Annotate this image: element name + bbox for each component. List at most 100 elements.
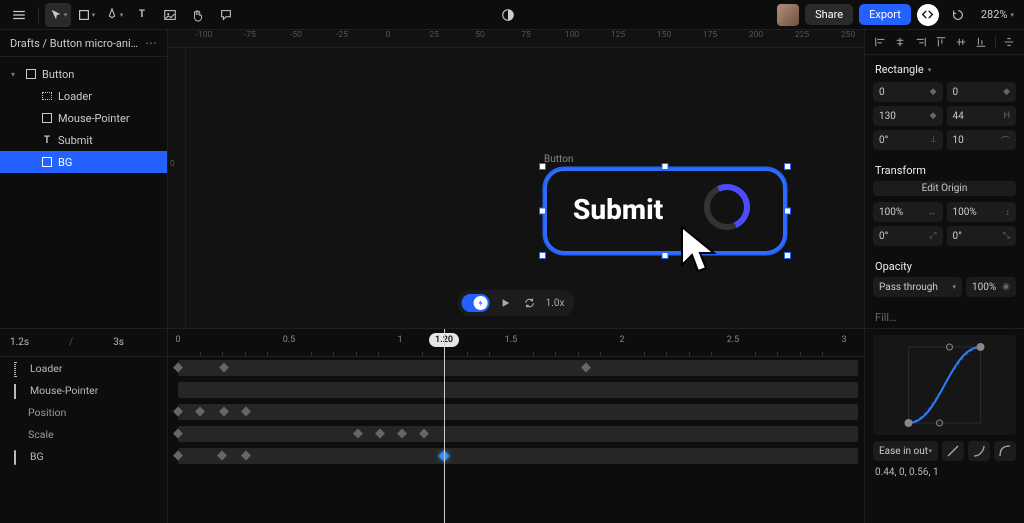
timeline-tick: 1.5 [505, 335, 518, 345]
fill-label: Fill… [865, 303, 1024, 328]
resize-handle-tm[interactable] [662, 163, 669, 170]
box-icon [42, 157, 52, 167]
text-tool[interactable]: T [129, 3, 155, 27]
dots-icon [42, 91, 52, 101]
text-icon: T [42, 135, 52, 145]
timeline-row-loader[interactable]: Loader [0, 357, 167, 379]
dev-mode-button[interactable] [917, 4, 939, 26]
align-top-icon[interactable] [934, 35, 948, 49]
skew-y-field[interactable]: 0°⤡ [947, 226, 1017, 246]
timeline-row-bg[interactable]: BG [0, 445, 167, 467]
scale-y-field[interactable]: 100%↕ [947, 202, 1017, 222]
layer-submit[interactable]: T Submit [0, 129, 167, 151]
timeline-tick: 3 [841, 335, 846, 345]
track-mouse-pointer[interactable] [168, 379, 864, 401]
timeline-tick: 2.5 [727, 335, 740, 345]
opacity-field[interactable]: 100%◉ [966, 277, 1016, 297]
timeline-row-position[interactable]: Position [0, 401, 167, 423]
distribute-icon[interactable] [1002, 35, 1016, 49]
timeline-ruler[interactable]: 00.511.522.531.20 [168, 329, 864, 357]
resize-handle-tr[interactable] [784, 163, 791, 170]
timeline-tick: 1 [397, 335, 402, 345]
timeline-tick: 2 [619, 335, 624, 345]
avatar[interactable] [777, 4, 799, 26]
ease-preset-select[interactable]: Ease in out▾ [873, 441, 938, 461]
easing-curve-editor[interactable] [873, 335, 1016, 435]
resize-handle-lm[interactable] [539, 208, 546, 215]
history-icon[interactable] [945, 3, 971, 27]
ease-in-icon[interactable] [968, 441, 990, 461]
scale-x-field[interactable]: 100%↔ [873, 202, 943, 222]
track-loader[interactable] [168, 357, 864, 379]
transform-label: Transform [865, 156, 1024, 181]
align-bottom-icon[interactable] [974, 35, 988, 49]
mouse-pointer-graphic [678, 225, 720, 277]
align-left-icon[interactable] [873, 35, 887, 49]
contrast-icon[interactable] [495, 3, 521, 27]
resize-handle-tl[interactable] [539, 163, 546, 170]
align-center-v-icon[interactable] [954, 35, 968, 49]
resize-handle-br[interactable] [784, 252, 791, 259]
frame-icon [26, 69, 36, 79]
element-type-heading[interactable]: Rectangle▾ [865, 55, 1024, 82]
separator [995, 36, 996, 48]
export-button[interactable]: Export [859, 4, 911, 25]
edit-origin-button[interactable]: Edit Origin [873, 181, 1016, 196]
layer-label: BG [58, 156, 72, 169]
frame-label[interactable]: Button [544, 154, 573, 165]
layer-loader[interactable]: Loader [0, 85, 167, 107]
blend-mode-select[interactable]: Pass through▾ [873, 277, 962, 297]
align-right-icon[interactable] [914, 35, 928, 49]
y-field[interactable]: 0◆ [947, 82, 1017, 102]
align-center-h-icon[interactable] [893, 35, 907, 49]
motion-toggle[interactable] [462, 294, 490, 312]
skew-x-field[interactable]: 0°⤢ [873, 226, 943, 246]
timeline-tick: 0 [175, 335, 180, 345]
zoom-level[interactable]: 282%▾ [977, 8, 1018, 21]
resize-handle-bm[interactable] [662, 252, 669, 259]
x-field[interactable]: 0◆ [873, 82, 943, 102]
pen-tool[interactable]: ▾ [101, 3, 127, 27]
radius-field[interactable]: 10⌒ [947, 130, 1017, 150]
hand-tool[interactable] [185, 3, 211, 27]
playhead[interactable] [444, 329, 445, 523]
layer-mouse-pointer[interactable]: Mouse-Pointer [0, 107, 167, 129]
rotation-field[interactable]: 0°⟂ [873, 130, 943, 150]
timeline-row-label: BG [30, 450, 44, 463]
timeline-row-scale[interactable]: Scale [0, 423, 167, 445]
layer-label: Submit [58, 134, 93, 147]
width-field[interactable]: 130◆ [873, 106, 943, 126]
layer-bg[interactable]: BG [0, 151, 167, 173]
ease-linear-icon[interactable] [942, 441, 964, 461]
image-tool[interactable] [157, 3, 183, 27]
timeline-row-label: Loader [30, 362, 62, 375]
frame-icon [42, 113, 52, 123]
timeline-row-label: Position [28, 406, 66, 419]
play-button[interactable] [498, 295, 514, 311]
track-position[interactable] [168, 401, 864, 423]
dots-icon [14, 363, 24, 373]
comment-tool[interactable] [213, 3, 239, 27]
timeline-row-mouse-pointer[interactable]: Mouse-Pointer [0, 379, 167, 401]
layer-button[interactable]: ▾Button [0, 63, 167, 85]
ease-out-icon[interactable] [994, 441, 1016, 461]
height-field[interactable]: 44H [947, 106, 1017, 126]
breadcrumb-path: Drafts / Button micro-animation… [10, 37, 145, 50]
menu-button[interactable] [6, 3, 32, 27]
timeline-time-display: 1.2s / 3s [0, 329, 167, 357]
zoom-value: 282% [981, 8, 1008, 21]
box-icon [14, 451, 24, 461]
playback-speed[interactable]: 1.0x [546, 298, 565, 309]
track-bg[interactable] [168, 445, 864, 467]
loop-button[interactable] [522, 295, 538, 311]
resize-handle-bl[interactable] [539, 252, 546, 259]
track-scale[interactable] [168, 423, 864, 445]
selection-box[interactable] [542, 166, 788, 256]
move-tool[interactable]: ▾ [45, 3, 71, 27]
resize-handle-rm[interactable] [784, 208, 791, 215]
breadcrumb[interactable]: Drafts / Button micro-animation… ⋯ [0, 30, 167, 57]
layer-label: Mouse-Pointer [58, 112, 130, 125]
frame-tool[interactable]: ▾ [73, 3, 99, 27]
share-button[interactable]: Share [805, 4, 853, 25]
bezier-value[interactable]: 0.44, 0, 0.56, 1 [865, 461, 1024, 484]
